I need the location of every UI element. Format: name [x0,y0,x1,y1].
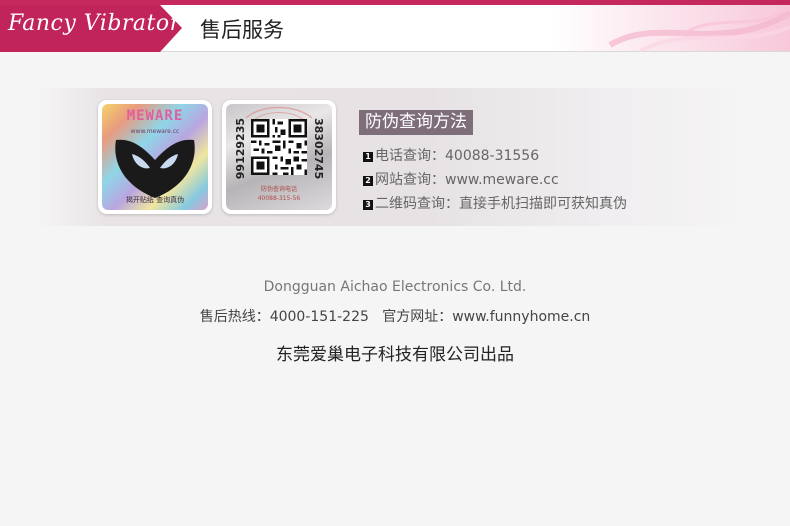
step-text: 电话查询：40088-31556 [375,148,540,164]
step-number-badge: 3 [363,200,373,210]
serial-left: 99129235 [234,118,247,180]
qr-code-icon [251,119,307,175]
qr-security-label: 99129235 38302745 防伪查询电话 40088-315-56 [222,100,336,214]
page-header: Fancy Vibrator 售后服务 [0,0,790,52]
step-text: 二维码查询：直接手机扫描即可获知真伪 [375,196,627,212]
page-title: 售后服务 [200,18,284,42]
security-hotline-label: 防伪查询电话 [260,186,297,193]
company-name: Dongguan Aichao Electronics Co. Ltd. [263,279,527,295]
method-step-website: 2 网站查询：www.meware.cc [363,169,559,189]
method-step-phone: 1 电话查询：40088-31556 [363,145,539,165]
silver-sticker: 99129235 38302745 防伪查询电话 40088-315-56 [226,104,332,210]
contact-line: 售后热线：4000-151-225 官方网址：www.funnyhome.cn [199,309,591,325]
hologram-label: MEWARE www.meware.cc 揭开贴纸 查询真伪 [98,100,212,214]
step-number-badge: 1 [363,152,373,162]
decorative-swirl [600,5,790,52]
producer-credit: 东莞爱巢电子科技有限公司出品 [276,345,514,365]
hologram-sticker: MEWARE www.meware.cc 揭开贴纸 查询真伪 [102,104,208,210]
security-hotline-number: 40088-315-56 [257,195,301,202]
method-title: 防伪查询方法 [359,110,473,135]
step-text: 网站查询：www.meware.cc [375,172,559,188]
brand-banner: Fancy Vibrator [0,5,182,52]
hologram-hint: 揭开贴纸 查询真伪 [125,196,185,204]
serial-right: 38302745 [312,118,325,180]
step-number-badge: 2 [363,176,373,186]
method-step-qr: 3 二维码查询：直接手机扫描即可获知真伪 [363,193,627,213]
brand-logo: Fancy Vibrator [8,11,181,36]
